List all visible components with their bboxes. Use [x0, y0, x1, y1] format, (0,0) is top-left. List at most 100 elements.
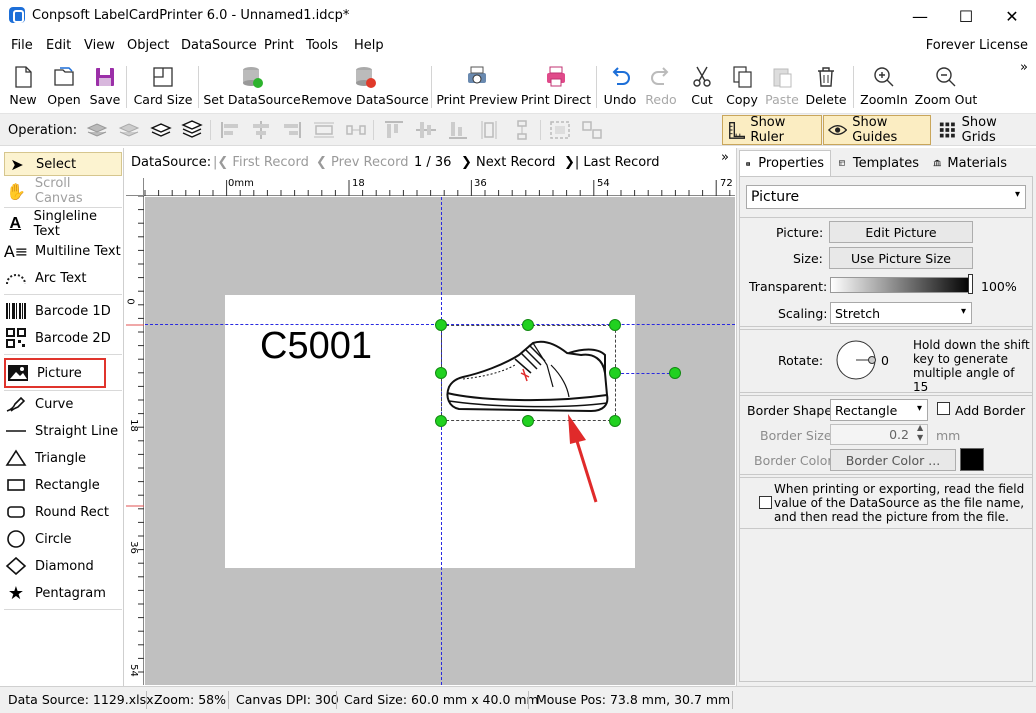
toolbar-overflow-button[interactable]: » [1020, 60, 1028, 75]
zoom-out-button[interactable]: Zoom Out [914, 62, 978, 110]
tool-multiline-text[interactable]: A≡ Multiline Text [4, 239, 122, 263]
minimize-button[interactable]: — [897, 0, 943, 32]
menu-print[interactable]: Print [264, 38, 294, 53]
read-from-datasource-checkbox[interactable] [759, 496, 772, 509]
transparency-slider-thumb[interactable] [968, 274, 973, 294]
align-top-icon[interactable] [383, 120, 405, 140]
copy-button[interactable]: Copy [725, 62, 759, 110]
show-guides-toggle[interactable]: Show Guides [823, 115, 931, 145]
menu-datasource[interactable]: DataSource [181, 38, 257, 53]
tool-straight-line[interactable]: Straight Line [4, 419, 122, 443]
menu-view[interactable]: View [84, 38, 115, 53]
add-border-checkbox[interactable] [937, 402, 950, 415]
tool-barcode-1d[interactable]: Barcode 1D [4, 299, 122, 323]
main-toolbar: New Open Save Card Size Set DataSource R… [0, 60, 1036, 114]
new-button[interactable]: New [6, 62, 40, 110]
border-color-button[interactable]: Border Color ... [830, 449, 956, 471]
align-bottom-icon[interactable] [447, 120, 469, 140]
rotate-dial[interactable] [834, 338, 878, 382]
send-backward-icon[interactable] [150, 120, 172, 140]
resize-handle-w[interactable] [435, 367, 447, 379]
border-size-input[interactable]: 0.2 [830, 424, 928, 445]
tab-templates[interactable]: Templates [833, 150, 925, 176]
align-right-icon[interactable] [281, 120, 303, 140]
show-grids-toggle[interactable]: Show Grids [934, 115, 1034, 145]
print-preview-button[interactable]: Print Preview [436, 62, 518, 110]
space-vertical-icon[interactable] [511, 120, 533, 140]
transparency-slider[interactable] [830, 277, 972, 293]
scaling-dropdown[interactable]: Stretch [830, 302, 972, 324]
open-button[interactable]: Open [46, 62, 82, 110]
send-to-back-icon[interactable] [181, 120, 203, 140]
tool-scroll-canvas[interactable]: ✋ Scroll Canvas [4, 176, 122, 206]
tool-arc-text[interactable]: Arc Text [4, 266, 122, 290]
tool-rectangle[interactable]: Rectangle [4, 473, 122, 497]
resize-handle-sw[interactable] [435, 415, 447, 427]
object-type-dropdown[interactable]: Picture [746, 185, 1026, 209]
tool-diamond[interactable]: Diamond [4, 554, 122, 578]
use-picture-size-button[interactable]: Use Picture Size [829, 247, 973, 269]
tab-materials[interactable]: Materials [927, 150, 1013, 176]
close-button[interactable]: ✕ [989, 0, 1035, 32]
resize-handle-n[interactable] [522, 319, 534, 331]
prev-record-button[interactable]: ❮ Prev Record [316, 155, 408, 170]
resize-handle-s[interactable] [522, 415, 534, 427]
align-middle-icon[interactable] [415, 120, 437, 140]
edit-picture-button[interactable]: Edit Picture [829, 221, 973, 243]
space-horizontal-icon[interactable] [345, 120, 367, 140]
delete-button[interactable]: Delete [805, 62, 847, 110]
resize-handle-nw[interactable] [435, 319, 447, 331]
paste-button[interactable]: Paste [764, 62, 800, 110]
tool-triangle[interactable]: Triangle [4, 446, 122, 470]
maximize-button[interactable]: ☐ [943, 0, 989, 32]
last-record-button[interactable]: ❯| Last Record [564, 155, 660, 170]
cut-button[interactable]: Cut [688, 62, 716, 110]
card-text-c5001[interactable]: C5001 [260, 325, 372, 367]
save-button[interactable]: Save [89, 62, 121, 110]
align-left-icon[interactable] [219, 120, 241, 140]
datasource-label: DataSource: [131, 155, 212, 170]
menu-edit[interactable]: Edit [46, 38, 71, 53]
bring-forward-icon[interactable] [118, 120, 140, 140]
resize-handle-se[interactable] [609, 415, 621, 427]
resize-handle-e[interactable] [609, 367, 621, 379]
status-card-size: Card Size: 60.0 mm x 40.0 mm [344, 692, 539, 707]
tool-picture[interactable]: Picture [4, 358, 106, 388]
tool-singleline-text[interactable]: A Singleline Text [4, 209, 122, 239]
bring-to-front-icon[interactable] [86, 120, 108, 140]
align-center-icon[interactable] [250, 120, 272, 140]
set-datasource-button[interactable]: Set DataSource [203, 62, 301, 110]
menu-tools[interactable]: Tools [306, 38, 338, 53]
border-size-spinner-icon[interactable]: ▲ ▼ [917, 423, 923, 443]
distribute-horizontal-icon[interactable] [313, 120, 335, 140]
card-size-button[interactable]: Card Size [134, 62, 192, 110]
tab-properties[interactable]: Properties [739, 150, 831, 176]
border-shape-dropdown[interactable]: Rectangle [830, 399, 928, 421]
first-record-button[interactable]: |❮ First Record [213, 155, 309, 170]
status-zoom: Zoom: 58% [154, 692, 227, 707]
tool-pentagram[interactable]: ★ Pentagram [4, 581, 122, 605]
undo-button[interactable]: Undo [603, 62, 637, 110]
menu-object[interactable]: Object [127, 38, 169, 53]
redo-button[interactable]: Redo [644, 62, 678, 110]
resize-handle-ne[interactable] [609, 319, 621, 331]
zoom-in-button[interactable]: ZoomIn [860, 62, 908, 110]
tool-select[interactable]: ➤ Select [4, 152, 122, 176]
ungroup-icon[interactable] [581, 120, 603, 140]
vertical-guide[interactable] [441, 197, 442, 685]
tool-round-rect[interactable]: Round Rect [4, 500, 122, 524]
tool-barcode-2d[interactable]: Barcode 2D [4, 326, 122, 350]
menu-file[interactable]: File [11, 38, 33, 53]
show-ruler-toggle[interactable]: Show Ruler [722, 115, 822, 145]
remove-datasource-button[interactable]: Remove DataSource [301, 62, 429, 110]
next-record-button[interactable]: ❯ Next Record [461, 155, 555, 170]
distribute-vertical-icon[interactable] [479, 120, 501, 140]
print-direct-button[interactable]: Print Direct [521, 62, 591, 110]
menu-help[interactable]: Help [354, 38, 384, 53]
datasource-overflow-button[interactable]: » [721, 150, 729, 165]
border-color-swatch[interactable] [960, 448, 984, 471]
rotate-handle[interactable] [669, 367, 681, 379]
tool-curve[interactable]: Curve [4, 392, 122, 416]
group-icon[interactable] [549, 120, 571, 140]
tool-circle[interactable]: Circle [4, 527, 122, 551]
